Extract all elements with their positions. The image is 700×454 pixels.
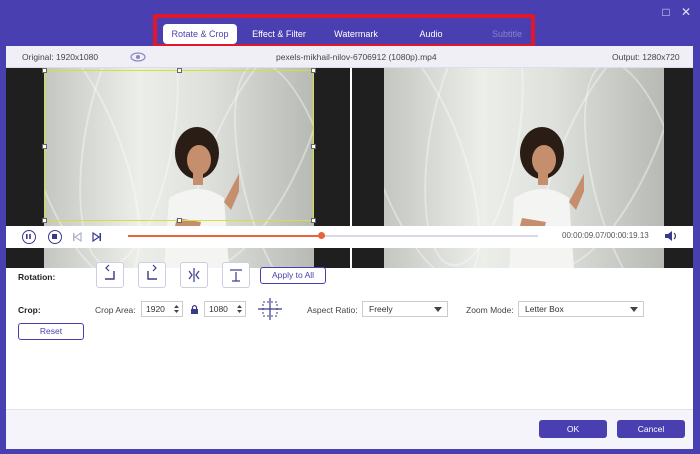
pause-icon <box>26 234 31 239</box>
crop-handle[interactable] <box>311 68 316 73</box>
chevron-down-icon <box>630 307 638 312</box>
crop-handle[interactable] <box>42 218 47 223</box>
editor-panel: Original: 1920x1080 pexels-mikhail-nilov… <box>6 46 693 449</box>
rotate-left-button[interactable] <box>96 262 124 288</box>
spinner-icon[interactable] <box>236 303 243 315</box>
progress-fill <box>128 235 321 237</box>
previous-frame-icon[interactable] <box>72 232 82 242</box>
tab-effect-filter[interactable]: Effect & Filter <box>244 24 314 44</box>
apply-to-all-button[interactable]: Apply to All <box>260 267 326 284</box>
stop-icon <box>52 234 57 239</box>
timecode: 00:00:09.07/00:00:19.13 <box>562 231 649 240</box>
info-bar: Original: 1920x1080 pexels-mikhail-nilov… <box>6 46 693 68</box>
progress-track[interactable] <box>128 232 538 239</box>
zoom-mode-select[interactable]: Letter Box <box>518 301 644 317</box>
reset-button[interactable]: Reset <box>18 323 84 340</box>
flip-vertical-button[interactable] <box>222 262 250 288</box>
crop-area-label: Crop Area: <box>95 305 136 315</box>
lock-icon[interactable] <box>190 304 199 315</box>
spinner-icon[interactable] <box>173 303 180 315</box>
crop-width-input[interactable]: 1920 <box>141 301 183 317</box>
rotate-right-icon <box>147 264 157 280</box>
crop-handle[interactable] <box>42 144 47 149</box>
close-icon[interactable]: ✕ <box>680 6 692 18</box>
aspect-ratio-label: Aspect Ratio: <box>307 305 358 315</box>
flip-vertical-icon <box>230 269 242 282</box>
maximize-icon[interactable]: □ <box>660 6 672 18</box>
pause-button[interactable] <box>22 230 36 244</box>
tab-rotate-crop[interactable]: Rotate & Crop <box>163 24 237 44</box>
flip-horizontal-button[interactable] <box>180 262 208 288</box>
cancel-button[interactable]: Cancel <box>617 420 685 438</box>
crop-handle[interactable] <box>42 68 47 73</box>
output-resolution: Output: 1280x720 <box>612 52 680 62</box>
aspect-ratio-select[interactable]: Freely <box>362 301 448 317</box>
rotation-label: Rotation: <box>18 272 56 282</box>
stop-button[interactable] <box>48 230 62 244</box>
zoom-mode-label: Zoom Mode: <box>466 305 514 315</box>
rotate-right-button[interactable] <box>138 262 166 288</box>
crop-width-value: 1920 <box>146 304 165 314</box>
original-resolution: Original: 1920x1080 <box>22 52 99 62</box>
crop-height-input[interactable]: 1080 <box>204 301 246 317</box>
eye-icon[interactable] <box>130 52 146 62</box>
tab-subtitle[interactable]: Subtitle <box>485 24 529 44</box>
crop-handle[interactable] <box>177 68 182 73</box>
crop-rectangle[interactable] <box>42 68 316 223</box>
chevron-down-icon <box>434 307 442 312</box>
crop-handle[interactable] <box>311 144 316 149</box>
crop-label: Crop: <box>18 305 41 315</box>
next-frame-icon[interactable] <box>92 232 102 242</box>
crop-handle[interactable] <box>311 218 316 223</box>
progress-knob[interactable] <box>317 232 325 239</box>
crop-height-value: 1080 <box>209 304 228 314</box>
rotate-left-icon <box>105 264 115 280</box>
crop-handle[interactable] <box>177 218 182 223</box>
ok-button[interactable]: OK <box>539 420 607 438</box>
tab-audio[interactable]: Audio <box>412 24 450 44</box>
file-name: pexels-mikhail-nilov-6706912 (1080p).mp4 <box>276 52 437 62</box>
tab-watermark[interactable]: Watermark <box>325 24 387 44</box>
center-crop-icon[interactable] <box>258 298 282 320</box>
volume-icon[interactable] <box>664 230 678 242</box>
aspect-ratio-value: Freely <box>369 304 393 314</box>
flip-horizontal-icon <box>188 268 200 282</box>
zoom-mode-value: Letter Box <box>525 304 564 314</box>
